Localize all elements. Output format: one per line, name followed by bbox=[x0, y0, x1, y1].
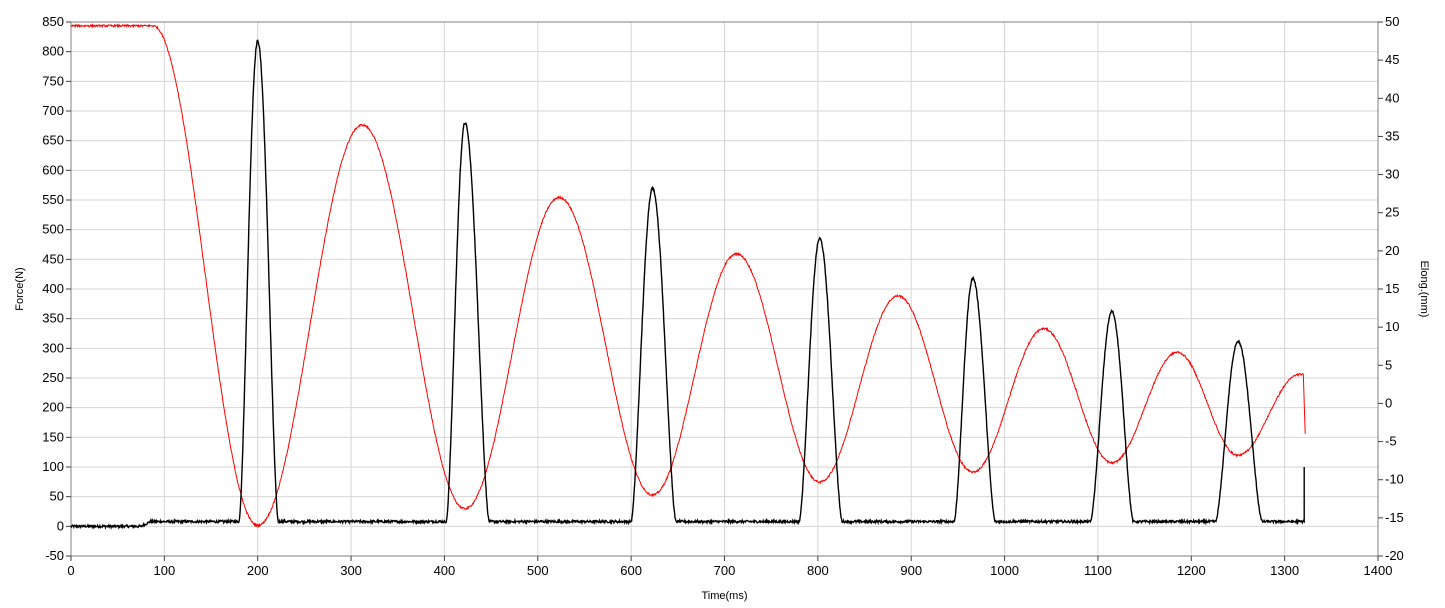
elongation-series-line bbox=[70, 22, 1306, 529]
left-axis-title: Force(N) bbox=[14, 267, 26, 310]
right-tick-label: -15 bbox=[1385, 510, 1404, 525]
left-tick-label: 450 bbox=[42, 251, 64, 266]
force-elongation-chart: 0 100 200 300 400 500 600 700 800 900 1000 1100 1200… bbox=[14, 14, 1430, 602]
right-axis-ticks: -20 -15 -10 -5 0 5 10 15 20 25 30 35 40 45 50 bbox=[1378, 14, 1404, 563]
left-tick-label: 850 bbox=[42, 14, 64, 29]
x-tick-label: 600 bbox=[620, 563, 642, 578]
left-tick-label: 800 bbox=[42, 44, 64, 59]
x-axis-ticks: 0 100 200 300 400 500 600 700 800 900 1000 1100 1200… bbox=[67, 556, 1392, 578]
left-tick-label: 400 bbox=[42, 281, 64, 296]
x-tick-label: 1400 bbox=[1364, 563, 1393, 578]
right-tick-label: 45 bbox=[1385, 52, 1399, 67]
left-tick-label: 50 bbox=[50, 489, 64, 504]
left-axis-ticks: -50 0 50 100 150 200 250 300 350 400 450 500 550 600 6… bbox=[42, 14, 71, 563]
x-tick-label: 800 bbox=[807, 563, 829, 578]
left-tick-label: 150 bbox=[42, 429, 64, 444]
x-axis-title: Time(ms) bbox=[701, 590, 747, 602]
right-tick-label: 40 bbox=[1385, 90, 1399, 105]
right-tick-label: 15 bbox=[1385, 281, 1399, 296]
left-tick-label: 600 bbox=[42, 162, 64, 177]
right-tick-label: 10 bbox=[1385, 319, 1399, 334]
right-tick-label: -5 bbox=[1385, 434, 1397, 449]
x-tick-label: 0 bbox=[67, 563, 74, 578]
right-axis-title: Elong.(mm) bbox=[1418, 261, 1430, 318]
right-tick-label: 0 bbox=[1385, 395, 1392, 410]
left-tick-label: 650 bbox=[42, 133, 64, 148]
left-tick-label: 700 bbox=[42, 103, 64, 118]
x-tick-label: 400 bbox=[434, 563, 456, 578]
x-tick-label: 700 bbox=[714, 563, 736, 578]
x-tick-label: 1300 bbox=[1270, 563, 1299, 578]
left-tick-label: 500 bbox=[42, 222, 64, 237]
x-tick-label: 200 bbox=[247, 563, 269, 578]
x-tick-label: 1100 bbox=[1084, 563, 1112, 578]
force-series-line bbox=[70, 39, 1305, 530]
left-tick-label: 350 bbox=[42, 311, 64, 326]
right-tick-label: 50 bbox=[1385, 14, 1399, 29]
right-tick-label: -20 bbox=[1385, 548, 1404, 563]
left-tick-label: 250 bbox=[42, 370, 64, 385]
left-tick-label: 100 bbox=[42, 459, 64, 474]
right-tick-label: 5 bbox=[1385, 357, 1392, 372]
left-tick-label: 200 bbox=[42, 400, 64, 415]
x-tick-label: 100 bbox=[154, 563, 176, 578]
x-tick-label: 500 bbox=[527, 563, 549, 578]
x-tick-label: 900 bbox=[900, 563, 922, 578]
right-tick-label: 20 bbox=[1385, 243, 1399, 258]
left-tick-label: 750 bbox=[42, 73, 64, 88]
x-tick-label: 1000 bbox=[990, 563, 1019, 578]
grid-lines bbox=[70, 21, 1379, 557]
x-tick-label: 300 bbox=[340, 563, 362, 578]
right-tick-label: -10 bbox=[1385, 472, 1404, 487]
x-tick-label: 1200 bbox=[1177, 563, 1206, 578]
right-tick-label: 35 bbox=[1385, 128, 1399, 143]
left-tick-label: 0 bbox=[57, 518, 64, 533]
left-tick-label: -50 bbox=[45, 548, 64, 563]
right-tick-label: 25 bbox=[1385, 205, 1399, 220]
right-tick-label: 30 bbox=[1385, 167, 1399, 182]
left-tick-label: 300 bbox=[42, 340, 64, 355]
left-tick-label: 550 bbox=[42, 192, 64, 207]
